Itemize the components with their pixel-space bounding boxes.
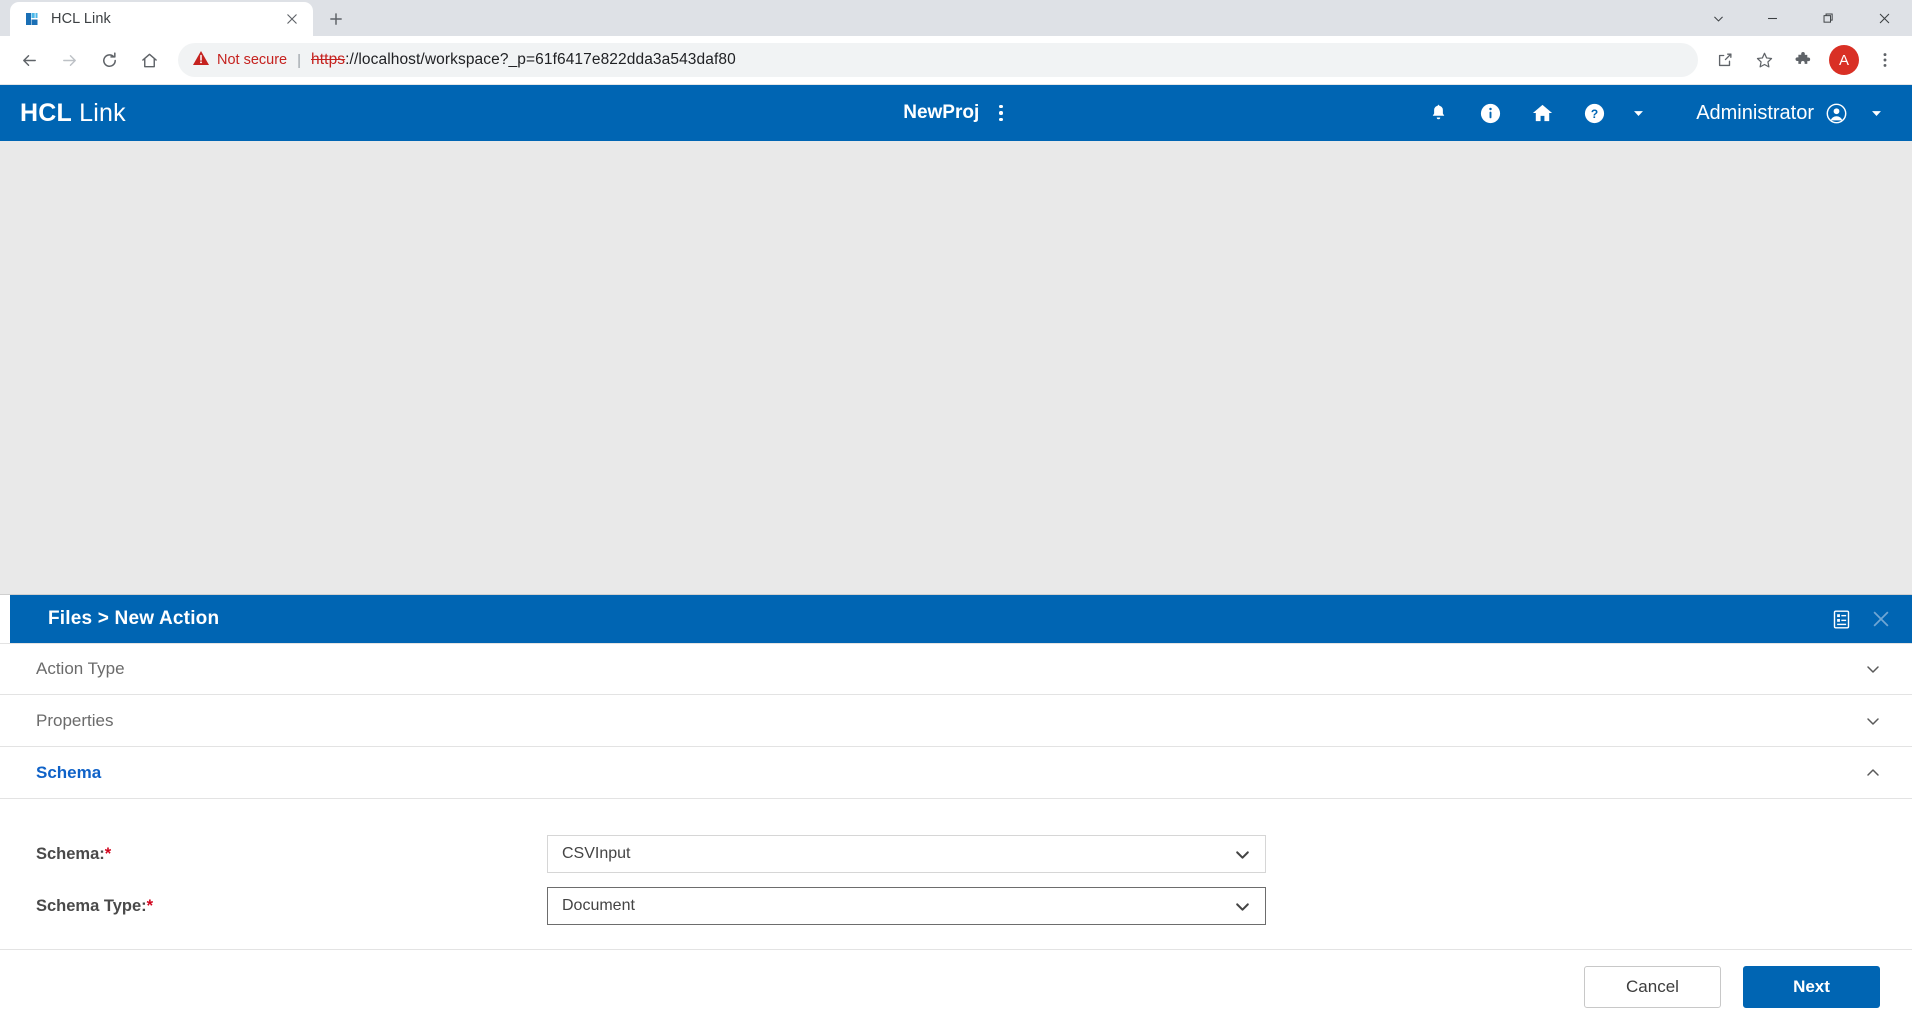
dialog-header: Files > New Action	[10, 595, 1912, 643]
schema-select[interactable]: CSVInput	[547, 835, 1266, 873]
schema-type-select[interactable]: Document	[547, 887, 1266, 925]
app-logo[interactable]: HCL Link	[20, 99, 126, 128]
warning-triangle-icon	[192, 49, 210, 72]
svg-text:?: ?	[1591, 106, 1598, 120]
notes-list-icon[interactable]	[1828, 606, 1854, 632]
chevron-down-icon[interactable]	[1862, 710, 1884, 732]
label-text: Schema Type:	[36, 896, 147, 915]
three-dot-menu-icon[interactable]	[1866, 41, 1904, 79]
chevron-down-icon[interactable]	[1234, 898, 1251, 915]
user-name-label: Administrator	[1696, 101, 1814, 124]
window-maximize-icon[interactable]	[1800, 0, 1856, 36]
home-icon[interactable]	[130, 41, 168, 79]
user-chevron-down-icon[interactable]	[1858, 85, 1894, 141]
schema-field-label: Schema:*	[0, 845, 547, 864]
accordion-label: Action Type	[36, 659, 125, 678]
security-status-text: Not secure	[217, 52, 288, 68]
dialog-breadcrumb-title: Files > New Action	[48, 608, 220, 629]
arrow-back-icon[interactable]	[10, 41, 48, 79]
chevron-up-icon[interactable]	[1862, 762, 1884, 784]
app-header-actions: ? Administrator	[1412, 85, 1894, 141]
brand-light: Link	[79, 98, 126, 127]
project-name[interactable]: NewProj	[903, 102, 979, 124]
app-header: HCL Link NewProj ? Administrator	[0, 85, 1912, 141]
browser-tab-title: HCL Link	[51, 11, 111, 27]
browser-tab[interactable]: HCL Link	[10, 2, 313, 36]
brand-bold: HCL	[20, 98, 72, 127]
address-bar[interactable]: Not secure | https://localhost/workspace…	[178, 43, 1698, 77]
tab-close-icon[interactable]	[281, 8, 303, 30]
schema-type-field-label: Schema Type:*	[0, 897, 547, 916]
profile-avatar[interactable]: A	[1829, 45, 1859, 75]
new-tab-button[interactable]	[319, 2, 353, 36]
accordion-section-properties[interactable]: Properties	[0, 695, 1912, 747]
required-marker: *	[104, 844, 112, 863]
help-chevron-down-icon[interactable]	[1620, 85, 1656, 141]
toolbar-right-actions: A	[1706, 41, 1904, 79]
omnibox-separator: |	[297, 51, 302, 69]
share-icon[interactable]	[1706, 41, 1744, 79]
accordion-label: Schema	[36, 762, 102, 782]
reload-icon[interactable]	[90, 41, 128, 79]
url-text: https://localhost/workspace?_p=61f6417e8…	[311, 51, 736, 69]
browser-toolbar: Not secure | https://localhost/workspace…	[0, 36, 1912, 85]
required-marker: *	[146, 896, 154, 915]
dialog-close-icon[interactable]	[1868, 606, 1894, 632]
chevron-down-icon[interactable]	[1862, 658, 1884, 680]
url-rest: ://localhost/workspace?_p=61f6417e822dda…	[345, 51, 736, 68]
dialog-accordion: Action Type Properties Schema	[0, 643, 1912, 799]
window-minimize-icon[interactable]	[1744, 0, 1800, 36]
new-action-dialog: Files > New Action Action Type Propertie…	[0, 594, 1912, 1023]
chevron-down-icon[interactable]	[1234, 846, 1251, 863]
schema-select-value: CSVInput	[562, 845, 631, 862]
star-icon[interactable]	[1745, 41, 1783, 79]
account-circle-icon[interactable]	[1814, 85, 1858, 141]
label-text: Schema:	[36, 844, 105, 863]
arrow-forward-icon[interactable]	[50, 41, 88, 79]
help-question-icon[interactable]: ?	[1568, 85, 1620, 141]
window-controls	[1692, 0, 1912, 36]
form-row-schema: Schema:* CSVInput	[0, 835, 1912, 873]
window-close-icon[interactable]	[1856, 0, 1912, 36]
bell-icon[interactable]	[1412, 85, 1464, 141]
form-row-schema-type: Schema Type:* Document	[0, 887, 1912, 925]
schema-form: Schema:* CSVInput Schema Type:* Document	[0, 799, 1912, 949]
workspace-canvas	[0, 141, 1912, 618]
url-scheme: https	[311, 51, 346, 68]
dialog-header-actions	[1828, 606, 1912, 632]
home-icon[interactable]	[1516, 85, 1568, 141]
hcl-link-favicon-icon	[24, 11, 41, 28]
browser-tab-strip: HCL Link	[0, 0, 1912, 36]
info-icon[interactable]	[1464, 85, 1516, 141]
puzzle-icon[interactable]	[1784, 41, 1822, 79]
tab-search-chevron-down-icon[interactable]	[1692, 0, 1744, 36]
accordion-section-schema[interactable]: Schema	[0, 747, 1912, 799]
schema-type-select-value: Document	[562, 897, 635, 914]
three-dot-vertical-icon[interactable]	[993, 101, 1009, 126]
accordion-label: Properties	[36, 710, 114, 730]
next-button[interactable]: Next	[1743, 965, 1880, 1008]
accordion-section-action-type[interactable]: Action Type	[0, 643, 1912, 695]
dialog-footer: Cancel Next	[0, 949, 1912, 1023]
cancel-button[interactable]: Cancel	[1584, 965, 1721, 1008]
